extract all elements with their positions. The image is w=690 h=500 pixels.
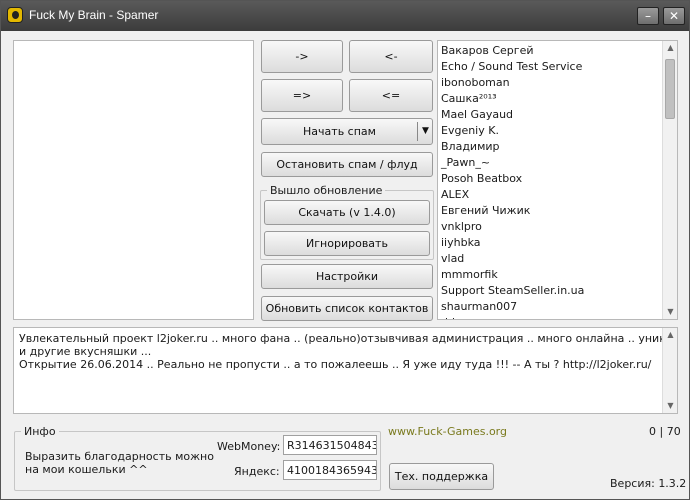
- contact-item[interactable]: vnklpro: [441, 220, 482, 233]
- message-line: Открытие 26.06.2014 .. Реально не пропус…: [19, 358, 652, 371]
- scroll-thumb[interactable]: [665, 59, 675, 119]
- contact-item[interactable]: iiyhbka: [441, 236, 481, 249]
- thanks-text: Выразить благодарность можно: [25, 450, 214, 463]
- scroll-down-icon[interactable]: ▼: [663, 399, 677, 413]
- contact-item[interactable]: Mael Gayaud: [441, 108, 513, 121]
- move-left-button[interactable]: <-: [349, 40, 433, 73]
- minimize-button[interactable]: –: [637, 7, 659, 25]
- contacts-list[interactable]: Вакаров Сергей Echo / Sound Test Service i…: [437, 40, 678, 320]
- message-scrollbar[interactable]: ▲ ▼: [662, 328, 677, 413]
- contact-item[interactable]: Support SteamSeller.in.ua: [441, 284, 584, 297]
- webmoney-field[interactable]: R314631504843: [283, 435, 377, 455]
- contact-item[interactable]: ibonoboman: [441, 76, 510, 89]
- window-title: Fuck My Brain - Spamer: [29, 8, 159, 22]
- scroll-down-icon[interactable]: ▼: [663, 305, 677, 319]
- contact-item[interactable]: Evgeniy K.: [441, 124, 499, 137]
- start-spam-label: Начать спам: [303, 125, 376, 138]
- contact-item[interactable]: Posoh Beatbox: [441, 172, 522, 185]
- close-button[interactable]: ✕: [663, 7, 685, 25]
- contact-item[interactable]: Евгений Чижик: [441, 204, 530, 217]
- move-right-button[interactable]: ->: [261, 40, 343, 73]
- contacts-scrollbar[interactable]: ▲ ▼: [662, 41, 677, 319]
- update-group: Вышло обновление Скачать (v 1.4.0) Игнор…: [260, 184, 434, 260]
- message-line: Увлекательный проект l2joker.ru .. много…: [19, 332, 678, 345]
- download-update-button[interactable]: Скачать (v 1.4.0): [264, 200, 430, 225]
- site-link[interactable]: www.Fuck-Games.org: [388, 425, 507, 438]
- contact-item[interactable]: Сашка²⁰¹³: [441, 92, 497, 105]
- char-counter: 0 | 70: [649, 425, 681, 438]
- stop-spam-button[interactable]: Остановить спам / флуд: [261, 152, 433, 177]
- app-logo-icon: [7, 7, 23, 23]
- webmoney-label: WebMoney:: [217, 440, 281, 453]
- update-group-title: Вышло обновление: [267, 184, 386, 197]
- yandex-field[interactable]: 41001843659430: [283, 460, 377, 480]
- yandex-label: Яндекс:: [234, 465, 280, 478]
- scroll-up-icon[interactable]: ▲: [663, 328, 677, 342]
- contact-item[interactable]: ALEX: [441, 188, 469, 201]
- dropdown-divider: [417, 122, 418, 141]
- move-all-left-button[interactable]: <=: [349, 79, 433, 112]
- thanks-text: на мои кошельки ^^: [25, 463, 148, 476]
- info-group-title: Инфо: [21, 425, 59, 438]
- contact-item[interactable]: mmmorfik: [441, 268, 498, 281]
- chevron-down-icon[interactable]: ▼: [419, 119, 432, 144]
- contact-item[interactable]: dd...: [441, 316, 465, 319]
- contact-item[interactable]: vlad: [441, 252, 464, 265]
- contact-item[interactable]: shaurman007: [441, 300, 517, 313]
- title-bar[interactable]: Fuck My Brain - Spamer – ✕: [1, 1, 689, 31]
- refresh-contacts-button[interactable]: Обновить список контактов: [261, 296, 433, 321]
- start-spam-button[interactable]: Начать спам ▼: [261, 118, 433, 145]
- info-group: Инфо Выразить благодарность можно на мои…: [14, 425, 381, 491]
- settings-button[interactable]: Настройки: [261, 264, 433, 289]
- scroll-up-icon[interactable]: ▲: [663, 41, 677, 55]
- contact-item[interactable]: Владимир: [441, 140, 500, 153]
- contact-item[interactable]: _Pawn_~: [441, 156, 490, 169]
- selected-contacts-list[interactable]: [13, 40, 254, 320]
- support-button[interactable]: Тех. поддержка: [389, 463, 494, 490]
- contact-item[interactable]: Вакаров Сергей: [441, 44, 534, 57]
- version-label: Версия: 1.3.2: [610, 477, 687, 490]
- move-all-right-button[interactable]: =>: [261, 79, 343, 112]
- contact-item[interactable]: Echo / Sound Test Service: [441, 60, 582, 73]
- main-window: Fuck My Brain - Spamer – ✕ -> <- => <= Н…: [0, 0, 690, 500]
- message-line: и другие вкусняшки ...: [19, 345, 152, 358]
- ignore-update-button[interactable]: Игнорировать: [264, 231, 430, 256]
- message-textarea[interactable]: Увлекательный проект l2joker.ru .. много…: [13, 327, 678, 414]
